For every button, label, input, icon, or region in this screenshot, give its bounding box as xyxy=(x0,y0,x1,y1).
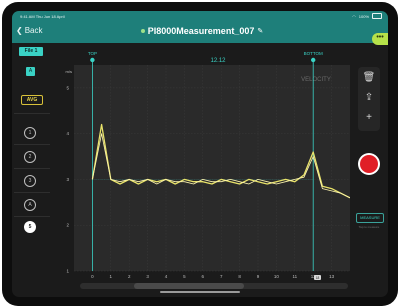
velocity-chart[interactable]: 54321 0 1 2 3 4 5 6 7 8 9 10 11 12 1318 m/s VELOCITY … xyxy=(52,43,356,297)
scroll-thumb[interactable] xyxy=(134,283,244,289)
measure-hint: Tap to measure xyxy=(358,225,380,229)
top-marker-label: TOP xyxy=(88,51,97,56)
record-button[interactable] xyxy=(358,153,380,175)
share-icon[interactable]: ⇪ xyxy=(362,91,376,105)
navigation-bar: ❮ Back PI8000Measurement_007 ✎ ••• xyxy=(12,21,388,45)
divider xyxy=(14,168,50,169)
top-marker-handle[interactable] xyxy=(90,57,95,63)
back-button[interactable]: ❮ Back xyxy=(16,26,43,35)
status-dot-icon xyxy=(140,29,145,33)
velocity-plot[interactable]: 54321 0 1 2 3 4 5 6 7 8 9 10 11 12 13 18 m/s VELOCITY … xyxy=(52,43,356,297)
plot-area xyxy=(74,65,356,271)
home-indicator xyxy=(160,291,240,293)
chevron-left-icon: ❮ xyxy=(16,26,23,35)
channel-2-button[interactable]: 2 xyxy=(24,151,36,163)
wifi-icon: ◠ xyxy=(352,13,356,19)
bottom-marker-handle[interactable] xyxy=(311,57,316,63)
divider xyxy=(14,216,50,217)
status-bar: 9:41 AM Thu Jun 18 April ◠ 100% xyxy=(12,11,388,21)
back-label: Back xyxy=(24,26,43,35)
bottom-marker-label: BOTTOM xyxy=(304,51,323,56)
channel-3-button[interactable]: 3 xyxy=(24,175,36,187)
edit-pencil-icon[interactable]: ✎ xyxy=(257,27,263,35)
action-toolbar: 🗑 ⇪ + MEASURE Tap to measure xyxy=(352,43,388,297)
velocity-watermark: VELOCITY xyxy=(301,77,331,83)
x-tick-label: 10 xyxy=(274,274,280,279)
battery-icon xyxy=(372,13,382,19)
channel-sidebar: File 1 A AVG 1 2 3 A 5 xyxy=(14,43,50,297)
divider xyxy=(14,192,50,193)
status-time: 9:41 AM Thu Jun 18 April xyxy=(20,14,65,19)
record-icon xyxy=(360,155,378,173)
y-unit-label: m/s xyxy=(66,69,72,74)
channel-5-button[interactable]: 5 xyxy=(24,221,36,233)
tool-card: 🗑 ⇪ + xyxy=(358,67,380,131)
channel-a-button[interactable]: A xyxy=(24,199,36,211)
file-selector-button[interactable]: File 1 xyxy=(19,47,43,56)
battery-text: 100% xyxy=(358,13,369,19)
status-icons: ◠ 100% xyxy=(352,13,382,19)
plus-icon[interactable]: + xyxy=(362,111,376,125)
ipad-device: 9:41 AM Thu Jun 18 April ◠ 100% ❮ Back P… xyxy=(2,2,398,306)
plot-scroll[interactable] xyxy=(80,283,348,289)
divider xyxy=(14,113,50,114)
x-tick-label: 13 xyxy=(329,274,335,279)
x-tick-label: 11 xyxy=(292,274,297,279)
app-screen: 9:41 AM Thu Jun 18 April ◠ 100% ❮ Back P… xyxy=(12,11,388,297)
trash-icon[interactable]: 🗑 xyxy=(362,71,376,85)
span-value: 12.12 xyxy=(210,58,226,64)
divider xyxy=(14,144,50,145)
page-title: PI8000Measurement_007 ✎ xyxy=(132,26,272,36)
measurement-title: PI8000Measurement_007 xyxy=(147,26,255,36)
mode-a-button[interactable]: A xyxy=(26,67,35,76)
measure-button[interactable]: MEASURE xyxy=(356,213,384,223)
avg-button[interactable]: AVG xyxy=(21,95,43,105)
channel-1-button[interactable]: 1 xyxy=(24,127,36,139)
zoom-label: 18 xyxy=(316,276,320,280)
